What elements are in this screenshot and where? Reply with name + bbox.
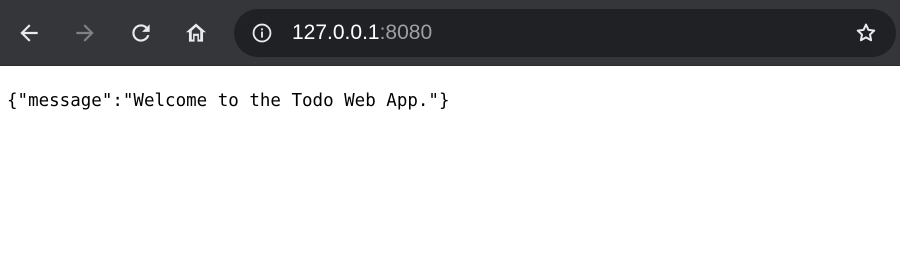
home-icon	[186, 23, 206, 42]
info-icon[interactable]	[251, 22, 273, 44]
url-port: :8080	[379, 21, 433, 44]
arrow-right-icon	[76, 24, 94, 42]
home-button[interactable]	[176, 13, 216, 53]
back-button[interactable]	[9, 13, 49, 53]
url-text[interactable]: 127.0.0.1:8080	[292, 20, 432, 46]
json-response-text: {"message":"Welcome to the Todo Web App.…	[7, 91, 450, 111]
forward-button[interactable]	[65, 13, 105, 53]
browser-toolbar: 127.0.0.1:8080	[0, 0, 900, 66]
page-content: {"message":"Welcome to the Todo Web App.…	[0, 66, 900, 279]
reload-button[interactable]	[121, 13, 161, 53]
address-bar[interactable]: 127.0.0.1:8080	[234, 9, 896, 57]
star-icon[interactable]	[854, 21, 878, 45]
reload-icon	[132, 24, 150, 42]
url-host: 127.0.0.1	[292, 21, 380, 44]
arrow-left-icon	[20, 24, 38, 42]
